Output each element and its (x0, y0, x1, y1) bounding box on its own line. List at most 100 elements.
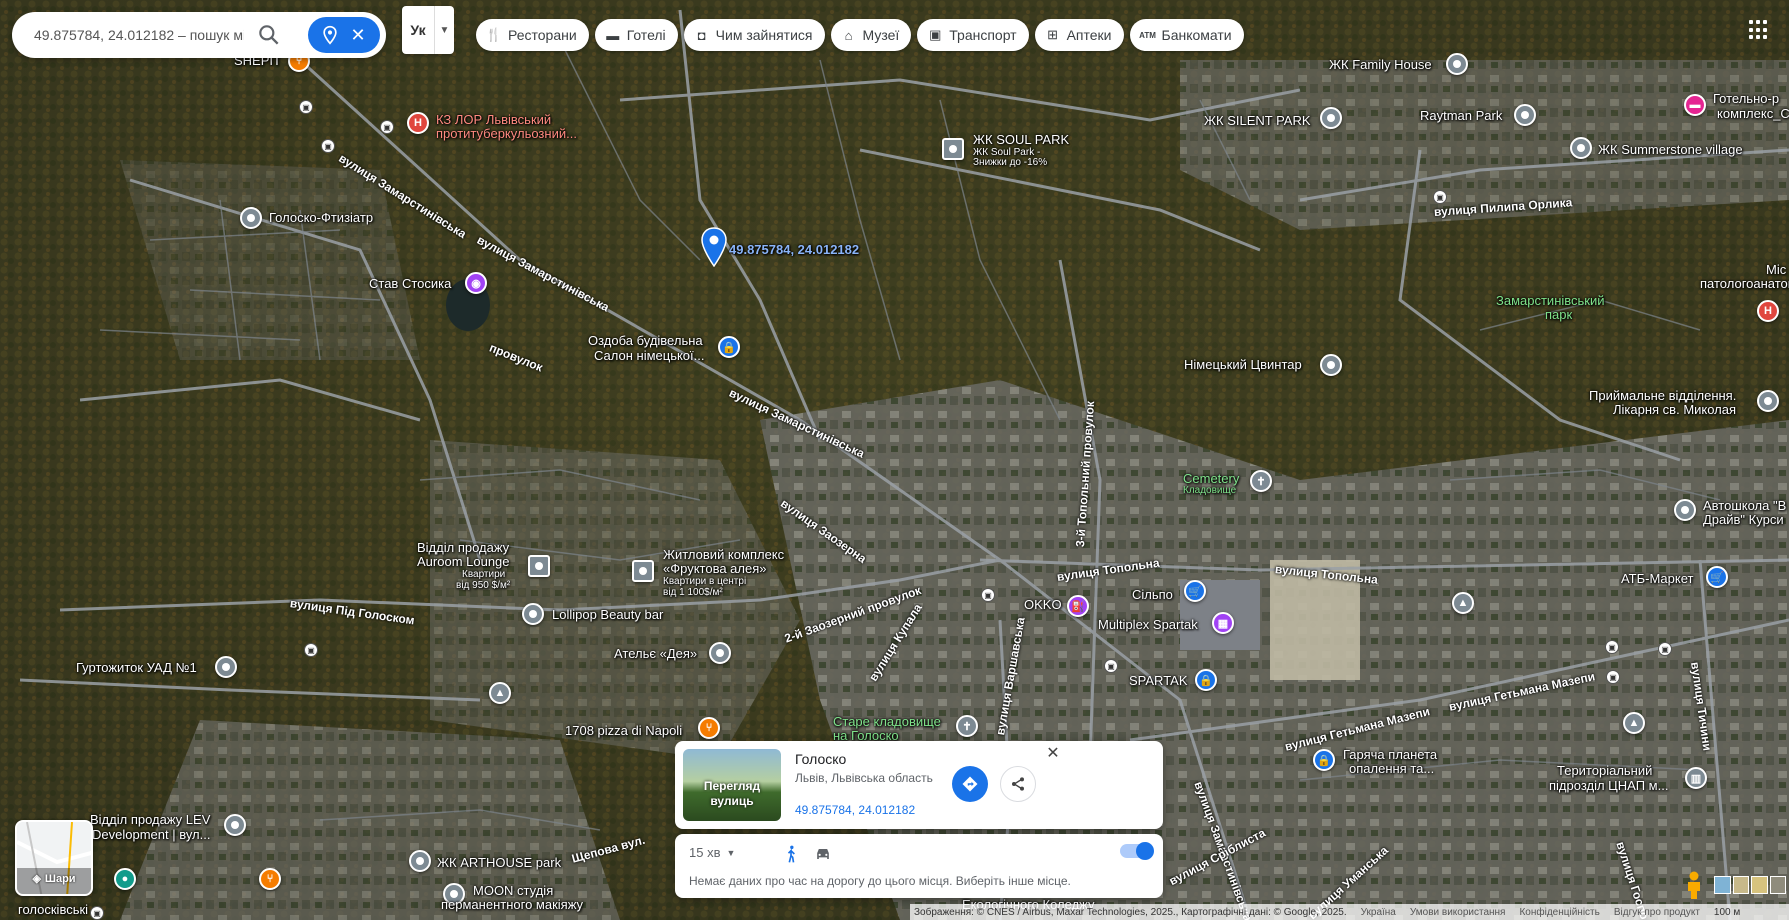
place-spartak[interactable]: SPARTAK (1129, 673, 1188, 688)
bus-stop-icon[interactable]: ▣ (1658, 642, 1672, 656)
cemetery-pin[interactable]: ✝ (1250, 470, 1272, 492)
place-stav[interactable]: Став Стосика (369, 276, 451, 291)
place-multiplex[interactable]: Multiplex Spartak (1098, 617, 1198, 632)
place-terytorialnyi[interactable]: Територіальний (1557, 763, 1652, 778)
camera-pin[interactable]: ◉ (465, 272, 487, 294)
building-pin[interactable] (942, 138, 964, 160)
place-pin[interactable] (409, 850, 431, 872)
place-stare[interactable]: Старе кладовище (833, 714, 941, 729)
search-icon[interactable] (256, 22, 282, 48)
place-okko[interactable]: OKKO (1024, 597, 1062, 612)
pegman-icon[interactable] (1682, 870, 1706, 900)
bus-stop-icon[interactable]: ▣ (1433, 190, 1447, 204)
directions-button[interactable] (952, 766, 988, 802)
park-pin[interactable]: ● (114, 868, 136, 890)
shop-pin[interactable]: 🔒 (718, 336, 740, 358)
walking-icon[interactable] (781, 844, 801, 864)
share-button[interactable] (1000, 766, 1036, 802)
school-pin[interactable]: ▲ (1623, 712, 1645, 734)
travel-time-dropdown[interactable]: 15 хв ▼ (689, 845, 735, 860)
place-arthouse[interactable]: ЖК ARTHOUSE park (437, 855, 561, 870)
feedback-link[interactable]: Відгук про продукт (1614, 907, 1700, 918)
place-atb[interactable]: АТБ-Маркет (1621, 571, 1693, 586)
directions-pin-icon[interactable] (318, 23, 342, 47)
place-pin[interactable] (1320, 354, 1342, 376)
hospital-pin[interactable]: H (1757, 300, 1779, 322)
bus-stop-icon[interactable]: ▣ (1606, 670, 1620, 684)
place-pin[interactable] (215, 656, 237, 678)
street-view-thumbnail[interactable]: Перегляд вулиць (683, 749, 781, 821)
privacy-link[interactable]: Конфіденційність (1519, 907, 1599, 918)
restaurant-pin[interactable]: ⑂ (259, 868, 281, 890)
place-auroom[interactable]: Відділ продажу (417, 540, 509, 555)
cinema-pin[interactable]: ▦ (1212, 612, 1234, 634)
place-family-house[interactable]: ЖК Family House (1329, 57, 1432, 72)
place-moon[interactable]: MOON студія (473, 883, 553, 898)
dropped-pin-marker[interactable] (701, 227, 727, 267)
gas-pin[interactable]: ⛽ (1067, 595, 1089, 617)
place-raytman[interactable]: Raytman Park (1420, 108, 1502, 123)
place-kz-lor[interactable]: КЗ ЛОР Львівський (436, 112, 551, 127)
place-mis[interactable]: Міс (1766, 262, 1786, 277)
place-summerstone[interactable]: ЖК Summerstone village (1598, 142, 1743, 157)
close-icon[interactable]: ✕ (1043, 743, 1063, 763)
place-pin[interactable] (1320, 107, 1342, 129)
shop-pin[interactable]: 🛒 (1184, 580, 1206, 602)
place-goriacha[interactable]: Гаряча планета (1343, 747, 1437, 762)
place-nimetskyi[interactable]: Німецький Цвинтар (1184, 357, 1302, 372)
place-fruktova[interactable]: Житловий комплекс (663, 547, 784, 562)
place-pizza[interactable]: 1708 pizza di Napoli (565, 723, 682, 738)
place-pin[interactable] (1446, 53, 1468, 75)
country-link[interactable]: Україна (1361, 907, 1396, 918)
car-icon[interactable] (813, 844, 833, 864)
imagery-thumbnails[interactable] (1714, 876, 1786, 894)
place-ozdoba[interactable]: Оздоба будівельна (588, 333, 703, 348)
bus-stop-icon[interactable]: ▣ (90, 906, 104, 920)
government-pin[interactable]: ▥ (1685, 767, 1707, 789)
chevron-down-icon[interactable]: ▼ (434, 6, 454, 54)
place-lollipop[interactable]: Lollipop Beauty bar (552, 607, 663, 622)
place-pin[interactable] (709, 642, 731, 664)
search-input[interactable] (34, 27, 244, 43)
travel-time-toggle[interactable] (1120, 842, 1154, 860)
chip-hotels[interactable]: ▬ Готелі (594, 19, 678, 51)
place-lev[interactable]: Відділ продажу LEV (90, 812, 210, 827)
place-soul-park[interactable]: ЖК SOUL PARK (973, 132, 1069, 147)
place-pin[interactable] (240, 207, 262, 229)
layers-button[interactable]: ◈ Шари (15, 820, 93, 896)
close-icon[interactable]: ✕ (346, 23, 370, 47)
bus-stop-icon[interactable]: ▣ (981, 588, 995, 602)
chip-transport[interactable]: ▣ Транспорт (917, 19, 1029, 51)
hospital-pin[interactable]: H (407, 112, 429, 134)
bus-stop-icon[interactable]: ▣ (1605, 640, 1619, 654)
place-silpo[interactable]: Сільпо (1132, 587, 1173, 602)
chip-museums[interactable]: ⌂ Музеї (830, 19, 912, 51)
shop-pin[interactable]: 🔒 (1195, 669, 1217, 691)
school-pin[interactable]: ▲ (1452, 592, 1474, 614)
place-pin[interactable] (224, 814, 246, 836)
cemetery-pin[interactable]: ✝ (956, 715, 978, 737)
place-pryimalne[interactable]: Приймальне відділення. (1589, 388, 1736, 403)
chip-pharmacies[interactable]: ⊞ Аптеки (1034, 19, 1124, 51)
place-golosko-ftiz[interactable]: Голоско-Фтизіатр (269, 210, 373, 225)
bus-stop-icon[interactable]: ▣ (1104, 659, 1118, 673)
place-pin[interactable] (1570, 137, 1592, 159)
place-zamarst-park[interactable]: Замарстинівський (1496, 293, 1605, 308)
shop-pin[interactable]: 🛒 (1706, 566, 1728, 588)
bus-stop-icon[interactable]: ▣ (321, 139, 335, 153)
language-label[interactable]: Ук (402, 6, 434, 54)
place-coordinates[interactable]: 49.875784, 24.012182 (795, 803, 915, 817)
restaurant-pin[interactable]: ⑂ (698, 717, 720, 739)
building-pin[interactable] (528, 555, 550, 577)
place-silent-park[interactable]: ЖК SILENT PARK (1204, 113, 1311, 128)
place-hotel[interactable]: Готельно-р (1713, 91, 1779, 106)
scale-label[interactable]: 100 м (1714, 907, 1740, 918)
place-hurtozhytok[interactable]: Гуртожиток УАД №1 (76, 660, 197, 675)
bus-stop-icon[interactable]: ▣ (380, 120, 394, 134)
place-pin[interactable] (1514, 104, 1536, 126)
place-pin[interactable] (1674, 499, 1696, 521)
hotel-pin[interactable]: ▬ (1684, 94, 1706, 116)
bus-stop-icon[interactable]: ▣ (299, 100, 313, 114)
place-pin[interactable] (1757, 390, 1779, 412)
place-cemetery[interactable]: Cemetery (1183, 471, 1239, 486)
